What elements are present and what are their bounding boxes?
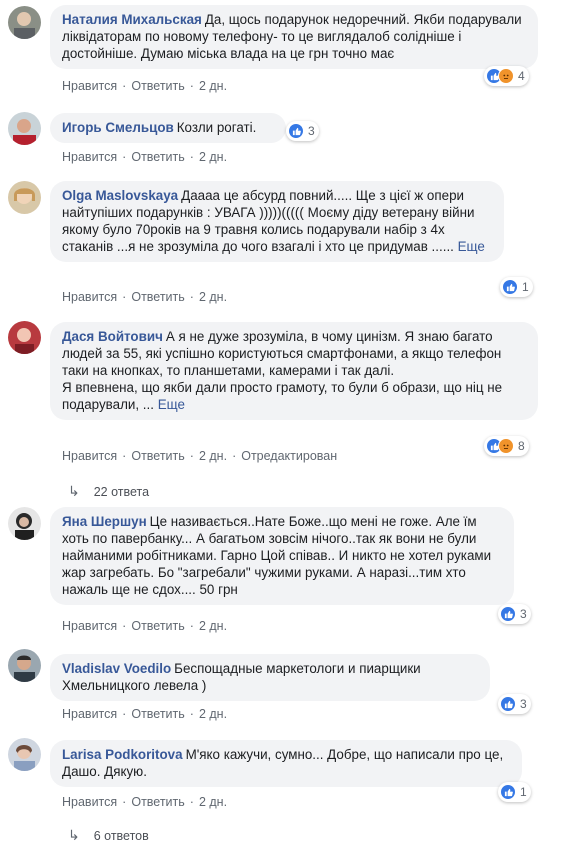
- comment-bubble: Игорь Смельцов Козли рогаті.: [50, 113, 286, 143]
- separator: ·: [189, 707, 194, 721]
- comment-bubble: Larisa Podkoritova М'яко кажучи, сумно...…: [50, 740, 522, 787]
- avatar[interactable]: [8, 112, 41, 145]
- comment-bubble: Яна Шершун Це називається..Нате Боже..що …: [50, 507, 514, 605]
- reaction-count: 4: [518, 69, 525, 83]
- separator: ·: [122, 795, 127, 809]
- like-button[interactable]: Нравится: [62, 449, 117, 463]
- separator: ·: [189, 290, 194, 304]
- edited-label[interactable]: Отредактирован: [241, 449, 337, 463]
- comment-time[interactable]: 2 дн.: [199, 79, 227, 93]
- reaction-count: 8: [518, 439, 525, 453]
- comment-time[interactable]: 2 дн.: [199, 449, 227, 463]
- reaction-count: 3: [308, 124, 315, 138]
- like-button[interactable]: Нравится: [62, 707, 117, 721]
- separator: ·: [122, 150, 127, 164]
- reply-button[interactable]: Ответить: [131, 150, 184, 164]
- comment-author[interactable]: Larisa Podkoritova: [62, 747, 183, 762]
- comment-time[interactable]: 2 дн.: [199, 795, 227, 809]
- reply-arrow-icon: ↳: [68, 827, 80, 843]
- like-icon: [500, 784, 516, 800]
- comment-bubble: Vladislav Voedilo Беспощадные маркетологи…: [50, 654, 490, 701]
- comment-actions: Нравится · Ответить · 2 дн.: [62, 707, 227, 721]
- reaction-count: 3: [520, 697, 527, 711]
- like-button[interactable]: Нравится: [62, 79, 117, 93]
- reaction-summary[interactable]: 8: [484, 436, 529, 456]
- reaction-summary[interactable]: 4: [484, 66, 529, 86]
- avatar[interactable]: [8, 649, 41, 682]
- avatar[interactable]: [8, 181, 41, 214]
- avatar[interactable]: [8, 507, 41, 540]
- separator: ·: [122, 290, 127, 304]
- reply-button[interactable]: Ответить: [131, 290, 184, 304]
- separator: ·: [189, 150, 194, 164]
- comment-actions: Нравится · Ответить · 2 дн.: [62, 150, 227, 164]
- comment-time[interactable]: 2 дн.: [199, 290, 227, 304]
- like-icon: [500, 606, 516, 622]
- comment-author[interactable]: Дася Войтович: [62, 329, 163, 344]
- comment-actions: Нравится · Ответить · 2 дн.: [62, 795, 227, 809]
- like-icon: [500, 696, 516, 712]
- like-button[interactable]: Нравится: [62, 290, 117, 304]
- comment-time[interactable]: 2 дн.: [199, 619, 227, 633]
- comment-author[interactable]: Яна Шершун: [62, 514, 147, 529]
- separator: ·: [189, 449, 194, 463]
- comment-author[interactable]: Наталия Михальская: [62, 12, 202, 27]
- see-more-link[interactable]: Еще: [458, 239, 485, 254]
- comment-text: Я впевнена, що якби дали просто грамоту,…: [62, 380, 503, 412]
- separator: ·: [122, 707, 127, 721]
- like-button[interactable]: Нравится: [62, 619, 117, 633]
- comment-actions: Нравится · Ответить · 2 дн.: [62, 290, 227, 304]
- reply-button[interactable]: Ответить: [131, 795, 184, 809]
- reaction-summary[interactable]: 1: [498, 782, 531, 802]
- comment-actions: Нравится · Ответить · 2 дн.: [62, 79, 227, 93]
- comment-time[interactable]: 2 дн.: [199, 707, 227, 721]
- view-replies-link[interactable]: ↳ 6 ответов: [68, 827, 149, 844]
- angry-icon: [498, 438, 514, 454]
- view-replies-link[interactable]: ↳ 22 ответа: [68, 483, 149, 500]
- reply-button[interactable]: Ответить: [131, 449, 184, 463]
- separator: ·: [122, 619, 127, 633]
- comment-actions: Нравится · Ответить · 2 дн. · Отредактирован: [62, 449, 337, 463]
- comment-actions: Нравится · Ответить · 2 дн.: [62, 619, 227, 633]
- comment-author[interactable]: Vladislav Voedilo: [62, 661, 171, 676]
- separator: ·: [189, 795, 194, 809]
- comment-time[interactable]: 2 дн.: [199, 150, 227, 164]
- reply-button[interactable]: Ответить: [131, 619, 184, 633]
- reply-arrow-icon: ↳: [68, 483, 80, 499]
- comment-author[interactable]: Игорь Смельцов: [62, 120, 174, 135]
- comment-author[interactable]: Olga Maslovskaya: [62, 188, 178, 203]
- comment-text: Козли рогаті.: [176, 120, 257, 135]
- comment-bubble: Olga Maslovskaya Даааа це абсурд повний..…: [50, 181, 504, 262]
- replies-count[interactable]: 22 ответа: [94, 485, 149, 499]
- comment-bubble: Наталия Михальская Да, щось подарунок нед…: [50, 5, 538, 69]
- reaction-count: 1: [522, 280, 529, 294]
- replies-count[interactable]: 6 ответов: [94, 829, 149, 843]
- reaction-summary[interactable]: 3: [498, 604, 531, 624]
- reply-button[interactable]: Ответить: [131, 707, 184, 721]
- reaction-count: 3: [520, 607, 527, 621]
- see-more-link[interactable]: Еще: [158, 397, 185, 412]
- avatar[interactable]: [8, 321, 41, 354]
- separator: ·: [189, 619, 194, 633]
- reaction-summary[interactable]: 1: [500, 277, 533, 297]
- reaction-summary[interactable]: 3: [498, 694, 531, 714]
- like-button[interactable]: Нравится: [62, 150, 117, 164]
- avatar[interactable]: [8, 6, 41, 39]
- reply-button[interactable]: Ответить: [131, 79, 184, 93]
- reaction-count: 1: [520, 785, 527, 799]
- separator: ·: [122, 79, 127, 93]
- separator: ·: [189, 79, 194, 93]
- reaction-summary[interactable]: 3: [286, 121, 319, 141]
- like-icon: [502, 279, 518, 295]
- separator: ·: [232, 449, 237, 463]
- avatar[interactable]: [8, 738, 41, 771]
- like-button[interactable]: Нравится: [62, 795, 117, 809]
- separator: ·: [122, 449, 127, 463]
- comment-bubble: Дася Войтович А я не дуже зрозуміла, в чо…: [50, 322, 538, 420]
- like-icon: [288, 123, 304, 139]
- angry-icon: [498, 68, 514, 84]
